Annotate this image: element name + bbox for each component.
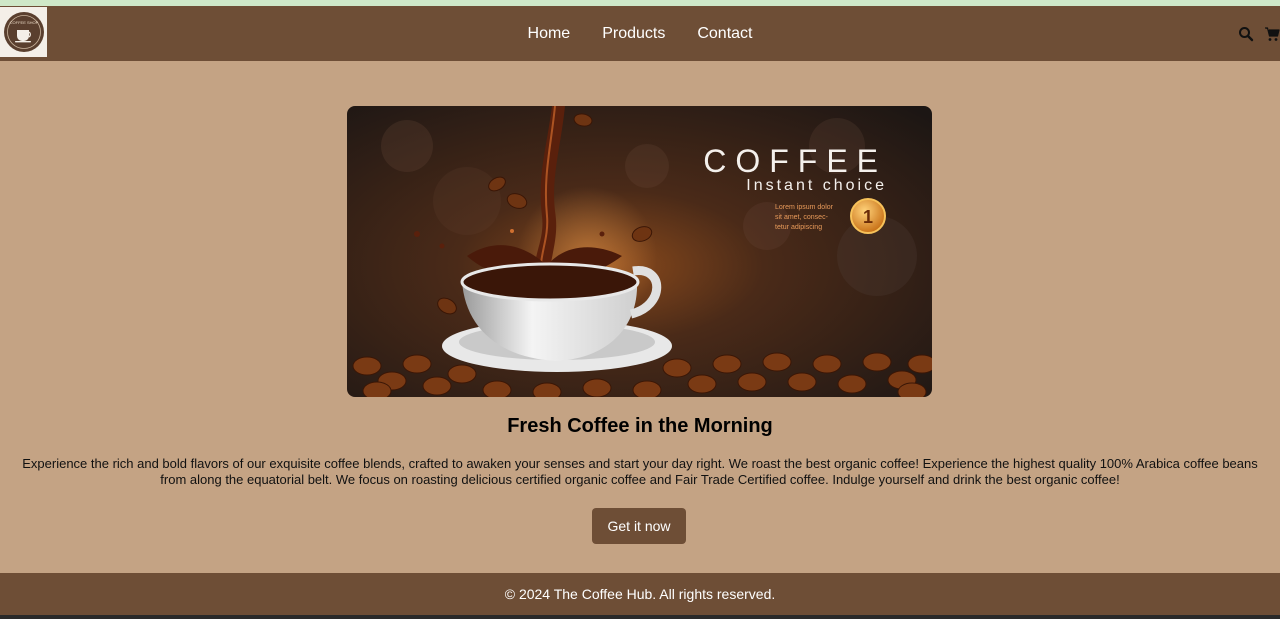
footer: © 2024 The Coffee Hub. All rights reserv…: [0, 573, 1280, 615]
svg-text:COFFEE SHOP: COFFEE SHOP: [9, 20, 38, 25]
bottom-strip: [0, 615, 1280, 619]
search-icon[interactable]: [1238, 26, 1254, 42]
hero-blurb-2: sit amet, consec-: [775, 214, 829, 221]
logo[interactable]: COFFEE SHOP: [0, 7, 47, 57]
hero-title: COFFEE: [703, 143, 887, 179]
nav-icons: [1238, 6, 1280, 61]
nav-links: Home Products Contact: [0, 6, 1280, 61]
nav-link-products[interactable]: Products: [586, 25, 681, 43]
hero-subtitle: Instant choice: [746, 177, 887, 194]
get-it-now-button[interactable]: Get it now: [592, 508, 686, 544]
hero-blurb-1: Lorem ipsum dolor: [775, 204, 834, 211]
hero-blurb-3: tetur adipiscing: [775, 224, 822, 231]
page-headline: Fresh Coffee in the Morning: [507, 415, 773, 437]
page-description: Experience the rich and bold flavors of …: [22, 456, 1258, 487]
nav-link-contact[interactable]: Contact: [681, 25, 768, 43]
hero-image: COFFEE Instant choice Lorem ipsum dolor …: [347, 106, 932, 397]
coffee-logo-icon: COFFEE SHOP: [3, 12, 44, 52]
footer-copyright: © 2024 The Coffee Hub. All rights reserv…: [504, 586, 776, 602]
navbar: COFFEE SHOP Home Products Contact: [0, 6, 1280, 61]
hero-badge: 1: [863, 207, 873, 227]
cart-icon[interactable]: [1264, 26, 1280, 42]
hero-banner: COFFEE Instant choice Lorem ipsum dolor …: [347, 106, 932, 397]
nav-link-home[interactable]: Home: [512, 25, 587, 43]
